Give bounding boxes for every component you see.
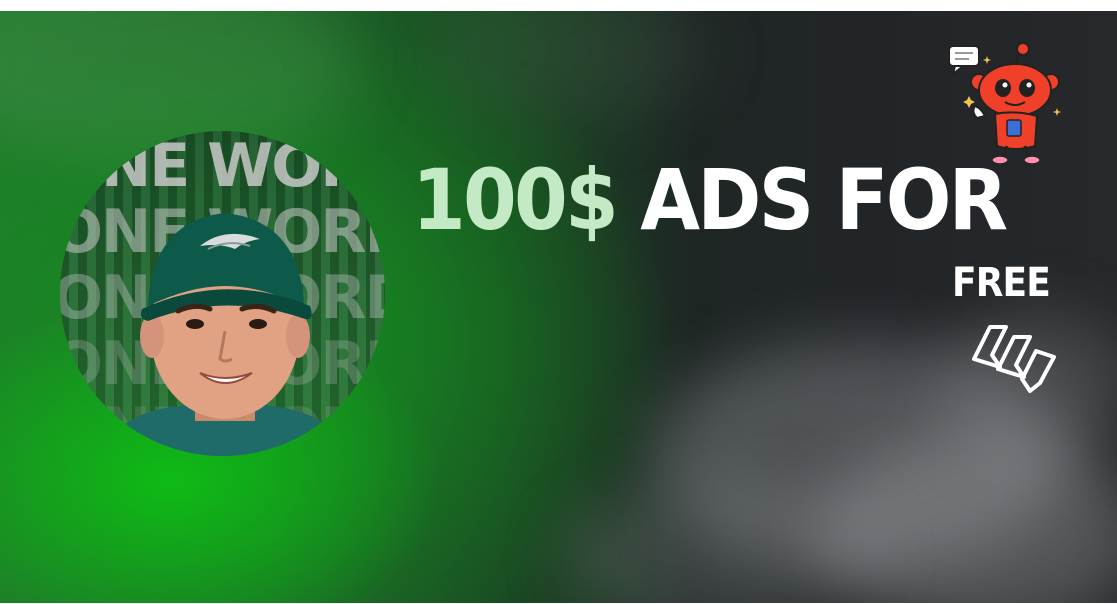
reddit-mascot-icon [948, 42, 1061, 165]
smoke-cloud [430, 11, 710, 121]
headline-sub: FREE [952, 260, 1051, 306]
headline: 100$ ADS FOR [412, 150, 1008, 250]
avatar: ONE WORD ONE WORD ONE WORD ONE WORD ONE … [60, 131, 385, 456]
headline-price: 100$ [412, 151, 619, 249]
speech-bubble-icon [948, 45, 980, 77]
brand-logo-icon [972, 325, 1056, 393]
person-portrait [100, 213, 350, 456]
